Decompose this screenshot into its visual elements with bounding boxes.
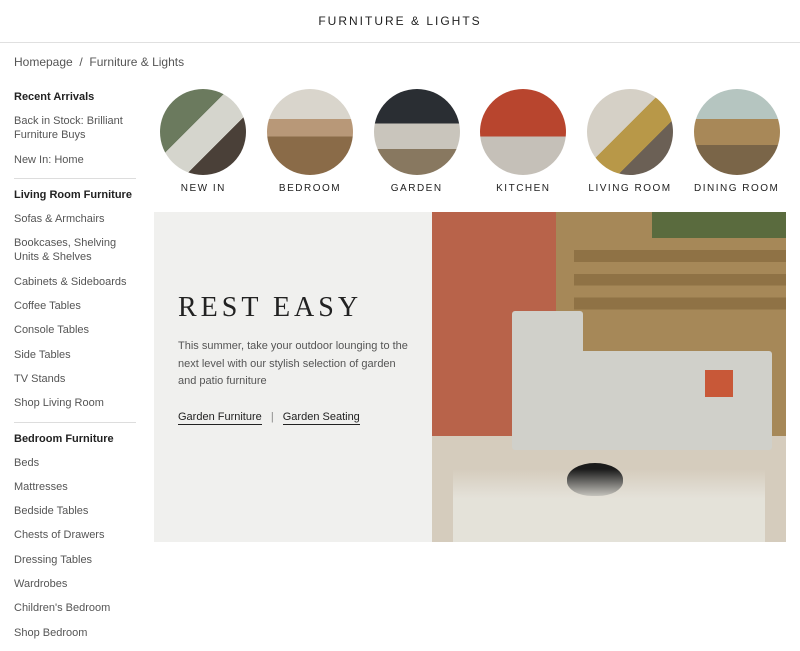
category-image-icon: [160, 89, 246, 175]
category-label: LIVING ROOM: [581, 183, 680, 194]
sidebar-section-bedroom: Bedroom Furniture Beds Mattresses Bedsid…: [14, 422, 136, 651]
sidebar-item[interactable]: Bookcases, Shelving Units & Shelves: [14, 231, 136, 270]
category-label: GARDEN: [367, 183, 466, 194]
hero-image-table-icon: [453, 469, 764, 542]
category-image-icon: [374, 89, 460, 175]
sidebar-item[interactable]: Chests of Drawers: [14, 523, 136, 547]
sidebar-item[interactable]: Console Tables: [14, 318, 136, 342]
main: NEW IN BEDROOM GARDEN KITCHEN LIVING ROO…: [140, 81, 800, 651]
category-dining-room[interactable]: DINING ROOM: [687, 89, 786, 194]
sidebar-section-living: Living Room Furniture Sofas & Armchairs …: [14, 178, 136, 422]
sidebar-list: Beds Mattresses Bedside Tables Chests of…: [14, 451, 136, 645]
category-living-room[interactable]: LIVING ROOM: [581, 89, 680, 194]
sidebar-heading: Bedroom Furniture: [14, 433, 136, 445]
hero-description: This summer, take your outdoor lounging …: [178, 338, 408, 391]
category-image-icon: [694, 89, 780, 175]
category-label: DINING ROOM: [687, 183, 786, 194]
category-kitchen[interactable]: KITCHEN: [474, 89, 573, 194]
sidebar-item[interactable]: Sofas & Armchairs: [14, 207, 136, 231]
category-image-icon: [267, 89, 353, 175]
breadcrumb-separator: /: [76, 55, 89, 69]
sidebar-item[interactable]: Beds: [14, 451, 136, 475]
sidebar-item[interactable]: Shop Living Room: [14, 391, 136, 415]
hero-banner: REST EASY This summer, take your outdoor…: [154, 212, 786, 542]
sidebar-item[interactable]: Side Tables: [14, 343, 136, 367]
sidebar-item[interactable]: Bedside Tables: [14, 499, 136, 523]
hero-link-garden-furniture[interactable]: Garden Furniture: [178, 411, 262, 425]
sidebar: Recent Arrivals Back in Stock: Brilliant…: [0, 81, 140, 651]
breadcrumb: Homepage / Furniture & Lights: [0, 43, 800, 81]
hero-link-garden-seating[interactable]: Garden Seating: [283, 411, 360, 425]
hero-image-sofa-icon: [517, 351, 772, 450]
category-label: NEW IN: [154, 183, 253, 194]
category-new-in[interactable]: NEW IN: [154, 89, 253, 194]
sidebar-item[interactable]: Coffee Tables: [14, 294, 136, 318]
category-bedroom[interactable]: BEDROOM: [261, 89, 360, 194]
sidebar-list: Sofas & Armchairs Bookcases, Shelving Un…: [14, 207, 136, 416]
hero-title: REST EASY: [178, 292, 408, 324]
sidebar-item[interactable]: Back in Stock: Brilliant Furniture Buys: [14, 109, 136, 148]
sidebar-item[interactable]: Shop Bedroom: [14, 621, 136, 645]
category-label: KITCHEN: [474, 183, 573, 194]
sidebar-section-recent: Recent Arrivals Back in Stock: Brilliant…: [14, 81, 136, 178]
sidebar-item[interactable]: Cabinets & Sideboards: [14, 270, 136, 294]
hero-image-pillow-icon: [705, 370, 733, 396]
category-circles: NEW IN BEDROOM GARDEN KITCHEN LIVING ROO…: [154, 89, 786, 194]
category-image-icon: [587, 89, 673, 175]
hero-link-separator: |: [265, 411, 280, 423]
category-garden[interactable]: GARDEN: [367, 89, 466, 194]
sidebar-item[interactable]: Children's Bedroom: [14, 596, 136, 620]
sidebar-item[interactable]: TV Stands: [14, 367, 136, 391]
breadcrumb-home[interactable]: Homepage: [14, 55, 73, 69]
category-image-icon: [480, 89, 566, 175]
hero-links: Garden Furniture | Garden Seating: [178, 411, 408, 423]
sidebar-item[interactable]: Wardrobes: [14, 572, 136, 596]
sidebar-item[interactable]: New In: Home: [14, 148, 136, 172]
hero-image: [432, 212, 786, 542]
category-label: BEDROOM: [261, 183, 360, 194]
sidebar-heading: Recent Arrivals: [14, 91, 136, 103]
sidebar-heading: Living Room Furniture: [14, 189, 136, 201]
sidebar-item[interactable]: Mattresses: [14, 475, 136, 499]
sidebar-item[interactable]: Dressing Tables: [14, 548, 136, 572]
breadcrumb-current: Furniture & Lights: [89, 55, 184, 69]
page-title: FURNITURE & LIGHTS: [0, 0, 800, 43]
sidebar-list: Back in Stock: Brilliant Furniture Buys …: [14, 109, 136, 172]
hero-text: REST EASY This summer, take your outdoor…: [154, 212, 432, 542]
